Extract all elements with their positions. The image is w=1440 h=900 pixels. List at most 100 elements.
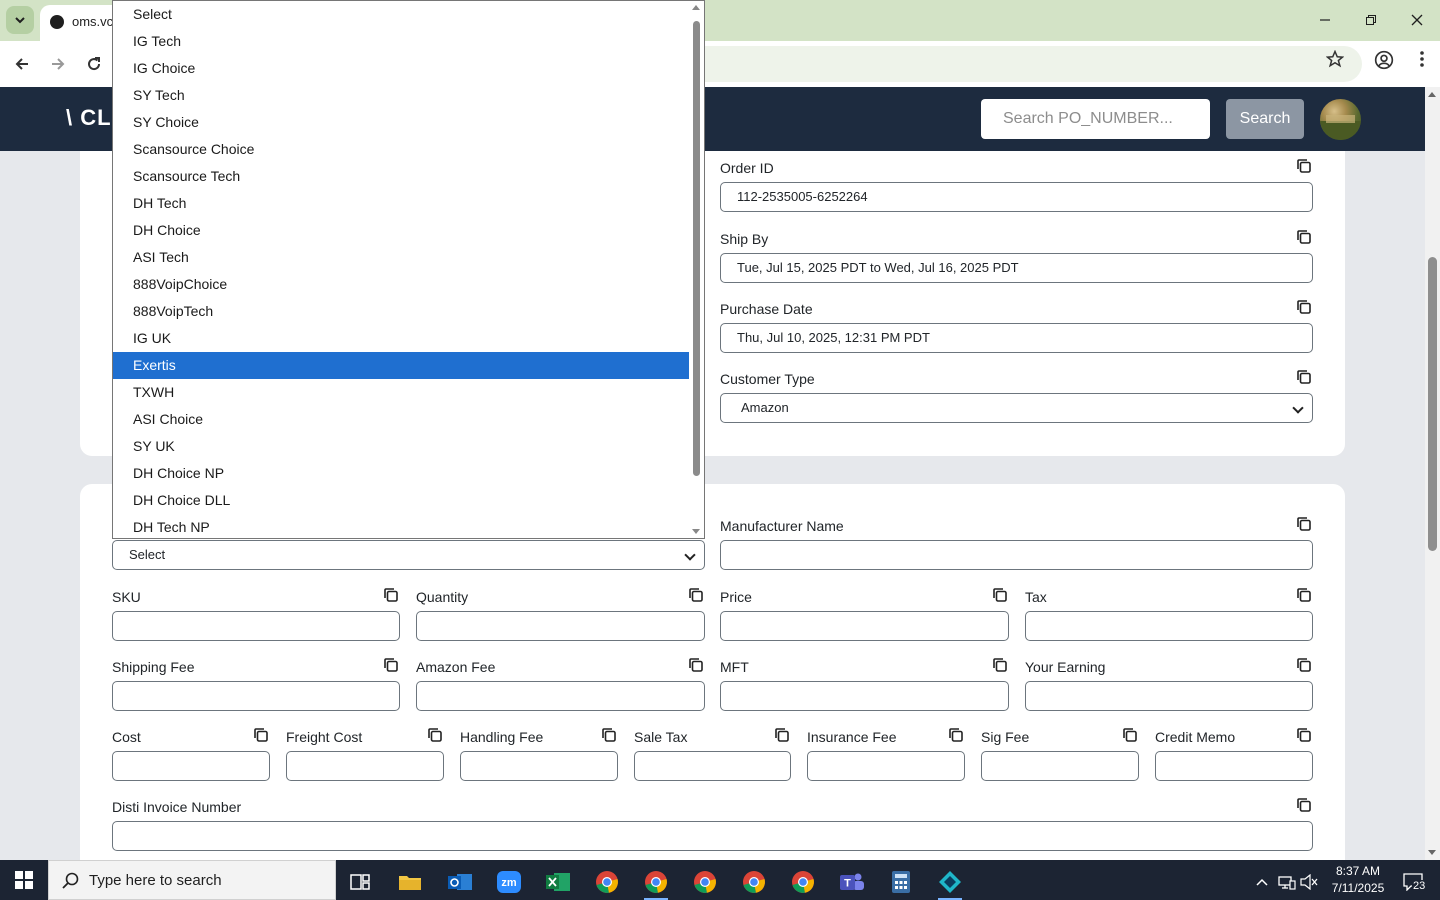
show-hidden-icons-button[interactable] — [1252, 864, 1272, 900]
sig-fee-input[interactable] — [981, 751, 1139, 781]
copy-disti-invoice-button[interactable] — [1296, 797, 1314, 815]
tab-search-button[interactable] — [6, 6, 34, 34]
page-scroll-thumb[interactable] — [1428, 257, 1437, 551]
copy-manufacturer-button[interactable] — [1296, 516, 1314, 534]
dropdown-option[interactable]: 888VoipTech — [113, 298, 690, 325]
copy-shipping-fee-button[interactable] — [383, 657, 401, 675]
taskbar-excel[interactable] — [538, 864, 578, 900]
dropdown-option[interactable]: IG Choice — [113, 55, 690, 82]
page-scrollbar[interactable] — [1425, 87, 1440, 860]
scroll-down-arrow-icon[interactable] — [1428, 850, 1436, 855]
disti-invoice-input[interactable] — [112, 821, 1313, 851]
copy-amazon-fee-button[interactable] — [688, 657, 706, 675]
bookmark-button[interactable] — [1325, 49, 1345, 73]
taskbar-teams[interactable]: T — [832, 864, 872, 900]
taskbar-app-diamond[interactable] — [930, 864, 970, 900]
ship-by-field[interactable]: Tue, Jul 15, 2025 PDT to Wed, Jul 16, 20… — [720, 253, 1313, 283]
system-clock[interactable]: 8:37 AM 7/11/2025 — [1322, 863, 1394, 897]
amazon-fee-input[interactable] — [416, 681, 705, 711]
copy-ship-by-button[interactable] — [1296, 229, 1314, 247]
taskbar-outlook[interactable] — [440, 864, 480, 900]
dropdown-option[interactable]: SY UK — [113, 433, 690, 460]
notification-center-button[interactable]: 23 — [1396, 864, 1430, 900]
scroll-up-arrow-icon[interactable] — [1428, 92, 1436, 97]
dropdown-option[interactable]: Scansource Choice — [113, 136, 690, 163]
app-logo[interactable]: \ CL — [66, 105, 112, 131]
distributor-dropdown-list[interactable]: Select IG Tech IG Choice SY Tech SY Choi… — [112, 0, 705, 539]
dropdown-option[interactable]: 888VoipChoice — [113, 271, 690, 298]
sale-tax-input[interactable] — [634, 751, 791, 781]
profile-button[interactable] — [1374, 50, 1394, 75]
taskbar-chrome-5[interactable] — [783, 864, 823, 900]
dropdown-option[interactable]: IG UK — [113, 325, 690, 352]
taskbar-calculator[interactable] — [881, 864, 921, 900]
insurance-fee-input[interactable] — [807, 751, 965, 781]
copy-sku-button[interactable] — [383, 587, 401, 605]
reload-button[interactable] — [80, 50, 108, 78]
sku-input[interactable] — [112, 611, 400, 641]
taskbar-zoom[interactable]: zm — [489, 864, 529, 900]
close-window-button[interactable] — [1394, 6, 1440, 34]
scroll-up-arrow-icon[interactable] — [692, 5, 700, 10]
copy-cost-button[interactable] — [253, 727, 271, 745]
scroll-down-arrow-icon[interactable] — [692, 529, 700, 534]
copy-handling-fee-button[interactable] — [601, 727, 619, 745]
copy-purchase-date-button[interactable] — [1296, 299, 1314, 317]
quantity-input[interactable] — [416, 611, 705, 641]
task-view-button[interactable] — [340, 864, 380, 900]
dropdown-option[interactable]: SY Choice — [113, 109, 690, 136]
shipping-fee-input[interactable] — [112, 681, 400, 711]
dropdown-option[interactable]: IG Tech — [113, 28, 690, 55]
avatar[interactable] — [1320, 99, 1361, 140]
forward-button[interactable] — [44, 50, 72, 78]
restore-button[interactable] — [1348, 6, 1394, 34]
dropdown-option[interactable]: DH Tech — [113, 190, 690, 217]
copy-customer-type-button[interactable] — [1296, 369, 1314, 387]
credit-memo-input[interactable] — [1155, 751, 1313, 781]
back-button[interactable] — [8, 50, 36, 78]
copy-sale-tax-button[interactable] — [774, 727, 792, 745]
freight-cost-input[interactable] — [286, 751, 444, 781]
dropdown-scrollbar[interactable] — [689, 1, 704, 538]
copy-order-id-button[interactable] — [1296, 158, 1314, 176]
purchase-date-field[interactable]: Thu, Jul 10, 2025, 12:31 PM PDT — [720, 323, 1313, 353]
taskbar-file-explorer[interactable] — [390, 864, 430, 900]
copy-insurance-fee-button[interactable] — [948, 727, 966, 745]
dropdown-option[interactable]: DH Choice — [113, 217, 690, 244]
dropdown-option[interactable]: DH Choice DLL — [113, 487, 690, 514]
dropdown-option[interactable]: ASI Tech — [113, 244, 690, 271]
customer-type-select[interactable]: Amazon — [720, 393, 1313, 423]
dropdown-option-highlighted[interactable]: Exertis — [113, 352, 690, 379]
taskbar-chrome-1[interactable] — [587, 864, 627, 900]
copy-freight-cost-button[interactable] — [427, 727, 445, 745]
copy-quantity-button[interactable] — [688, 587, 706, 605]
network-status[interactable] — [1276, 864, 1298, 900]
cost-input[interactable] — [112, 751, 270, 781]
dropdown-option[interactable]: SY Tech — [113, 82, 690, 109]
copy-price-button[interactable] — [992, 587, 1010, 605]
tax-input[interactable] — [1025, 611, 1313, 641]
dropdown-option[interactable]: DH Tech NP — [113, 514, 690, 538]
copy-sig-fee-button[interactable] — [1122, 727, 1140, 745]
mft-input[interactable] — [720, 681, 1009, 711]
taskbar-chrome-4[interactable] — [734, 864, 774, 900]
dropdown-option[interactable]: Select — [113, 1, 690, 28]
taskbar-chrome-2[interactable] — [636, 864, 676, 900]
taskbar-chrome-3[interactable] — [685, 864, 725, 900]
price-input[interactable] — [720, 611, 1009, 641]
browser-menu-button[interactable] — [1414, 50, 1430, 73]
manufacturer-name-input[interactable] — [720, 540, 1313, 570]
dropdown-option[interactable]: TXWH — [113, 379, 690, 406]
volume-control[interactable] — [1298, 864, 1320, 900]
copy-credit-memo-button[interactable] — [1296, 727, 1314, 745]
dropdown-scroll-thumb[interactable] — [693, 21, 700, 476]
dropdown-option[interactable]: ASI Choice — [113, 406, 690, 433]
order-id-field[interactable]: 112-2535005-6252264 — [720, 182, 1313, 212]
dropdown-option[interactable]: DH Choice NP — [113, 460, 690, 487]
po-number-search-input[interactable] — [981, 99, 1210, 139]
handling-fee-input[interactable] — [460, 751, 618, 781]
your-earning-input[interactable] — [1025, 681, 1313, 711]
copy-tax-button[interactable] — [1296, 587, 1314, 605]
start-button[interactable] — [0, 860, 48, 900]
taskbar-search-box[interactable]: Type here to search — [48, 860, 336, 900]
